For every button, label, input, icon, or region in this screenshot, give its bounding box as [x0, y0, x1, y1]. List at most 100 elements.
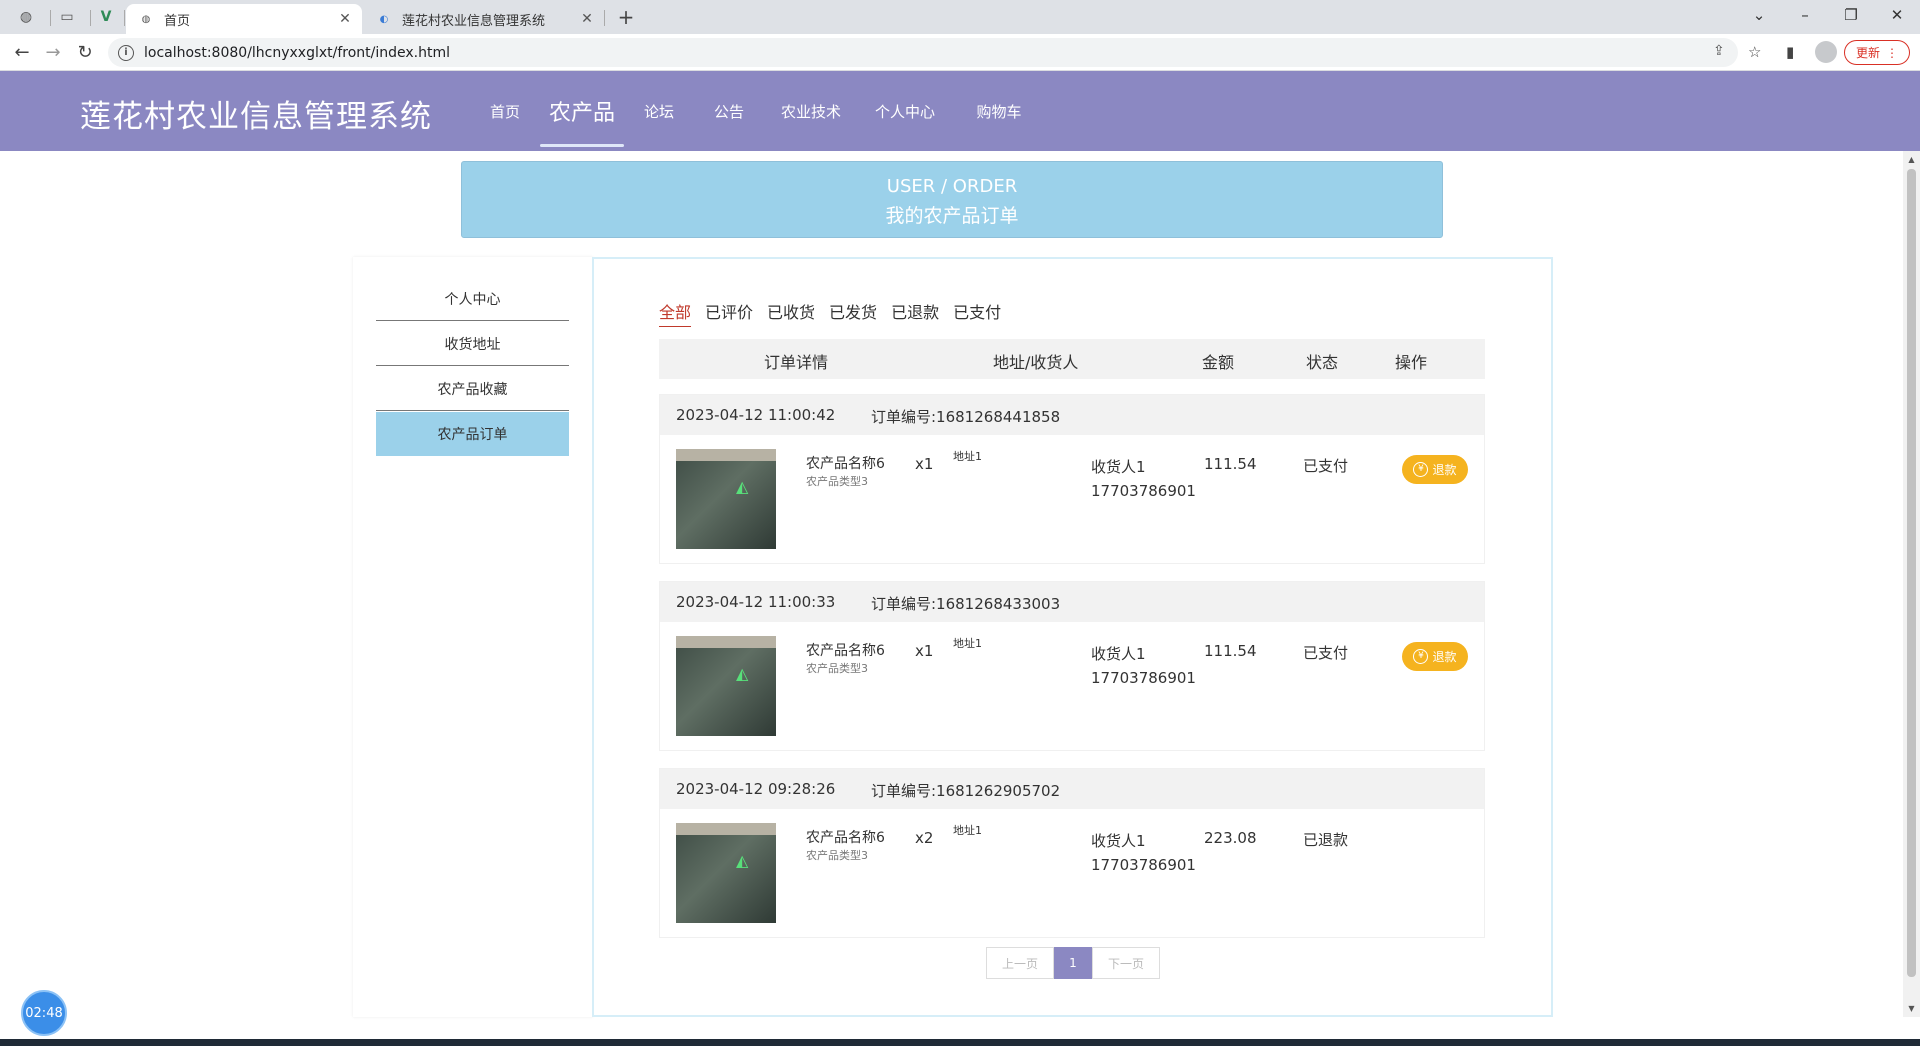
site-favicon-icon: ◐	[379, 13, 389, 25]
nav-forum[interactable]: 论坛	[624, 71, 694, 151]
receiver-info: 收货人1 17703786901	[1091, 455, 1196, 503]
sidebar-item-orders[interactable]: 农产品订单	[376, 412, 569, 456]
close-icon[interactable]: ✕	[334, 11, 356, 27]
more-dots-icon: ⋮	[1886, 45, 1898, 60]
side-panel-icon[interactable]: ▮	[1786, 43, 1794, 61]
col-status: 状态	[1306, 353, 1339, 372]
product-thumbnail[interactable]: ◭	[676, 449, 776, 549]
nav-announcements[interactable]: 公告	[694, 71, 764, 151]
receiver-phone: 17703786901	[1091, 669, 1196, 687]
window-close-icon[interactable]: ✕	[1874, 0, 1920, 30]
order-header: 2023-04-12 11:00:33 订单编号:1681268433003	[660, 582, 1484, 622]
nav-cart[interactable]: 购物车	[952, 71, 1046, 151]
nav-products[interactable]: 农产品	[540, 71, 624, 151]
nav-home[interactable]: 首页	[470, 71, 540, 151]
reload-icon[interactable]: ↻	[71, 39, 99, 67]
shipping-address: 地址1	[953, 450, 982, 463]
share-icon[interactable]: ⇪	[1713, 43, 1725, 59]
order-header: 2023-04-12 11:00:42 订单编号:1681268441858	[660, 395, 1484, 435]
page-banner: USER / ORDER 我的农产品订单	[461, 161, 1443, 238]
order-status: 已退款	[1303, 831, 1349, 849]
sidebar-item-user-center[interactable]: 个人中心	[376, 277, 569, 321]
order-number: 订单编号:1681262905702	[871, 782, 1061, 800]
close-icon[interactable]: ✕	[576, 11, 598, 27]
orders-table-header: 订单详情 地址/收货人 金额 状态 操作	[659, 339, 1485, 379]
shipping-address: 地址1	[953, 824, 982, 837]
next-page-button[interactable]: 下一页	[1092, 947, 1160, 979]
clock-widget[interactable]: 02:48	[21, 990, 67, 1036]
order-status: 已支付	[1303, 644, 1349, 662]
refund-button[interactable]: ¥ 退款	[1402, 642, 1468, 671]
tab-search-chevron-icon[interactable]: ⌄	[1736, 0, 1782, 30]
receiver-name: 收货人1	[1091, 458, 1146, 476]
refund-button[interactable]: ¥ 退款	[1402, 455, 1468, 484]
nav-agri-tech[interactable]: 农业技术	[764, 71, 858, 151]
scroll-down-icon[interactable]: ▼	[1903, 1000, 1920, 1017]
receiver-name: 收货人1	[1091, 832, 1146, 850]
tab-system[interactable]: ◐ 莲花村农业信息管理系统 ✕	[364, 4, 604, 34]
url-text[interactable]: localhost:8080/lhcnyxxglxt/front/index.h…	[144, 45, 450, 61]
product-logo-icon: ◭	[736, 477, 749, 496]
order-amount: 111.54	[1204, 642, 1257, 660]
tab-refunded[interactable]: 已退款	[891, 299, 939, 327]
tab-separator	[90, 10, 91, 26]
tab-shipped[interactable]: 已发货	[829, 299, 877, 327]
pinned-tab-vue-icon[interactable]: V	[92, 4, 120, 30]
restore-icon[interactable]: ❐	[1828, 0, 1874, 30]
site-info-icon[interactable]: i	[118, 44, 134, 61]
tab-separator	[604, 10, 605, 26]
tab-label: 首页	[164, 13, 191, 29]
receiver-phone: 17703786901	[1091, 482, 1196, 500]
order-date: 2023-04-12 09:28:26	[676, 780, 836, 798]
pinned-tab-globe-icon[interactable]: ◍	[12, 4, 40, 30]
tab-all[interactable]: 全部	[659, 299, 692, 327]
order-date: 2023-04-12 11:00:33	[676, 593, 836, 611]
update-button[interactable]: 更新 ⋮	[1844, 40, 1910, 65]
receiver-info: 收货人1 17703786901	[1091, 829, 1196, 877]
order-number: 订单编号:1681268441858	[871, 408, 1061, 426]
sidebar-item-favorites[interactable]: 农产品收藏	[376, 367, 569, 411]
tab-paid[interactable]: 已支付	[953, 299, 1001, 327]
refund-label: 退款	[1432, 463, 1457, 477]
receiver-info: 收货人1 17703786901	[1091, 642, 1196, 690]
tab-home[interactable]: ◍ 首页 ✕	[126, 4, 362, 34]
product-name[interactable]: 农产品名称6	[806, 640, 885, 660]
back-arrow-icon[interactable]: ←	[8, 39, 36, 67]
tab-separator	[124, 10, 125, 26]
product-type: 农产品类型3	[806, 475, 868, 488]
scroll-up-icon[interactable]: ▲	[1903, 151, 1920, 168]
pinned-tab-page-icon[interactable]: ▭	[53, 4, 81, 30]
refund-label: 退款	[1432, 650, 1457, 664]
profile-avatar-icon[interactable]	[1815, 41, 1837, 63]
yen-icon: ¥	[1413, 462, 1429, 477]
product-thumbnail[interactable]: ◭	[676, 636, 776, 736]
sidebar-item-addresses[interactable]: 收货地址	[376, 322, 569, 366]
product-name[interactable]: 农产品名称6	[806, 453, 885, 473]
order-quantity: x1	[915, 642, 934, 660]
prev-page-button[interactable]: 上一页	[986, 947, 1054, 979]
product-logo-icon: ◭	[736, 851, 749, 870]
product-name[interactable]: 农产品名称6	[806, 827, 885, 847]
tab-received[interactable]: 已收货	[767, 299, 815, 327]
browser-tab-bar: ◍ ▭ V ◍ 首页 ✕ ◐ 莲花村农业信息管理系统 ✕ + ⌄ – ❐ ✕	[0, 0, 1920, 34]
bookmark-star-icon[interactable]: ☆	[1748, 43, 1761, 61]
order-card: 2023-04-12 11:00:33 订单编号:1681268433003 ◭…	[659, 581, 1485, 751]
tab-reviewed[interactable]: 已评价	[705, 299, 753, 327]
minimize-icon[interactable]: –	[1782, 0, 1828, 30]
forward-arrow-icon[interactable]: →	[39, 39, 67, 67]
globe-icon: ◍	[141, 13, 151, 25]
page-scrollbar[interactable]: ▲ ▼	[1903, 151, 1920, 1017]
scrollbar-thumb[interactable]	[1907, 169, 1916, 977]
page-title: 我的农产品订单	[885, 205, 1019, 227]
order-number: 订单编号:1681268433003	[871, 595, 1061, 613]
nav-user-center[interactable]: 个人中心	[858, 71, 952, 151]
product-type: 农产品类型3	[806, 662, 868, 675]
page-1-button[interactable]: 1	[1054, 947, 1092, 979]
order-amount: 111.54	[1204, 455, 1257, 473]
order-quantity: x1	[915, 455, 934, 473]
address-bar[interactable]: i localhost:8080/lhcnyxxglxt/front/index…	[108, 38, 1738, 67]
main-nav: 首页 农产品 论坛 公告 农业技术 个人中心 购物车	[470, 71, 1046, 151]
product-thumbnail[interactable]: ◭	[676, 823, 776, 923]
user-sidebar: 个人中心 收货地址 农产品收藏 农产品订单	[353, 257, 593, 1017]
new-tab-plus-icon[interactable]: +	[612, 5, 640, 31]
